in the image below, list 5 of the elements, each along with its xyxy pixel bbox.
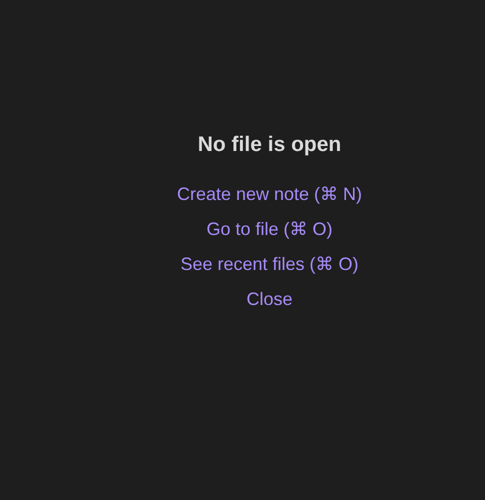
- action-link[interactable]: Go to file (⌘ O): [206, 217, 332, 241]
- action-link[interactable]: Create new note (⌘ N): [176, 182, 362, 206]
- action-link[interactable]: See recent files (⌘ O): [180, 252, 359, 276]
- action-link[interactable]: Close: [246, 287, 292, 311]
- empty-state-title: No file is open: [198, 132, 342, 158]
